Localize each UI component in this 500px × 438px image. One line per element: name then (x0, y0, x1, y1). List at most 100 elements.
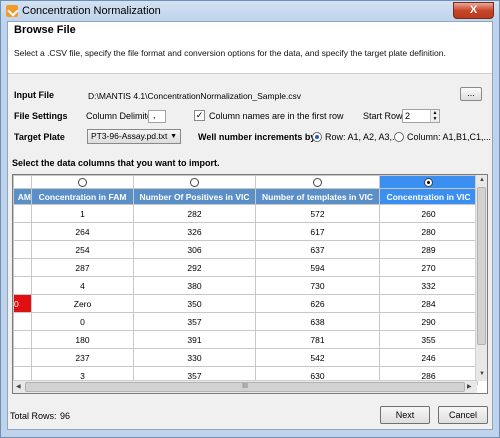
data-table: AM Concentration in FAM Number Of Positi… (13, 175, 478, 385)
target-plate-select[interactable]: PT3-96-Assay.pd.txt ▼ (87, 129, 181, 144)
column-select-radio[interactable] (424, 178, 433, 188)
table-cell: 638 (255, 312, 380, 331)
table-row[interactable]: 0 Zero 350 626 284 (13, 294, 478, 313)
table-cell: 572 (255, 204, 380, 223)
table-cell: 237 (31, 348, 134, 367)
column-header[interactable]: Number of templates in VIC (255, 188, 380, 205)
next-button[interactable]: Next (380, 406, 430, 424)
table-cell: 380 (133, 276, 256, 295)
column-header-row: AM Concentration in FAM Number Of Positi… (13, 188, 478, 205)
chevron-down-icon: ▼ (170, 133, 177, 140)
column-names-label: Column names are in the first row (209, 111, 344, 121)
cancel-button[interactable]: Cancel (438, 406, 488, 424)
table-cell: 1 (31, 204, 134, 223)
table-cell: 264 (31, 222, 134, 241)
table-row[interactable]: 287 292 594 270 (13, 258, 478, 277)
column-select-radio[interactable] (313, 178, 322, 188)
column-select-cell[interactable] (379, 175, 478, 189)
horizontal-scroll-thumb[interactable]: III (25, 382, 465, 392)
start-row-input[interactable]: 2 ▲ ▼ (402, 109, 440, 123)
table-cell: 270 (379, 258, 478, 277)
file-settings-label: File Settings (14, 111, 68, 121)
radio-row-increment[interactable] (312, 132, 322, 142)
table-cell: 357 (133, 312, 256, 331)
target-plate-label: Target Plate (14, 132, 65, 142)
column-select-radio[interactable] (190, 178, 199, 188)
table-row[interactable]: 1 282 572 260 (13, 204, 478, 223)
table-cell (13, 330, 32, 349)
table-row[interactable]: 264 326 617 280 (13, 222, 478, 241)
table-cell: 730 (255, 276, 380, 295)
input-file-path: D:\MANTIS 4.1\ConcentrationNormalization… (88, 91, 302, 101)
radio-column-label: Column: A1,B1,C1,... (407, 132, 492, 142)
column-select-radio[interactable] (78, 178, 87, 188)
radio-column-increment[interactable] (394, 132, 404, 142)
table-cell: 0 (13, 294, 32, 313)
start-row-value: 2 (405, 111, 411, 121)
table-row[interactable]: 0 357 638 290 (13, 312, 478, 331)
start-row-spinner[interactable]: ▲ ▼ (430, 110, 439, 122)
window-title: Concentration Normalization (22, 5, 161, 17)
vertical-scrollbar[interactable]: ▲ ▼ (475, 175, 487, 381)
column-select-cell[interactable] (31, 175, 134, 189)
table-cell (13, 240, 32, 259)
grid-section-label: Select the data columns that you want to… (12, 158, 220, 168)
header-band: Browse File Select a .CSV file, specify … (8, 22, 492, 74)
table-cell: 292 (133, 258, 256, 277)
table-cell: 542 (255, 348, 380, 367)
title-bar: Concentration Normalization X (1, 1, 499, 21)
vertical-scroll-thumb[interactable] (477, 187, 486, 345)
table-cell: 260 (379, 204, 478, 223)
table-row[interactable]: 4 380 730 332 (13, 276, 478, 295)
close-button[interactable]: X (453, 2, 494, 19)
app-icon (6, 5, 18, 17)
input-file-label: Input File (14, 90, 54, 100)
table-cell: 246 (379, 348, 478, 367)
column-select-cell[interactable] (133, 175, 256, 189)
column-delimiter-input[interactable] (148, 110, 166, 123)
table-cell: 326 (133, 222, 256, 241)
scroll-up-icon[interactable]: ▲ (479, 177, 485, 183)
column-header[interactable]: Concentration in FAM (31, 188, 134, 205)
table-cell: 594 (255, 258, 380, 277)
table-cell: 180 (31, 330, 134, 349)
table-row[interactable]: 237 330 542 246 (13, 348, 478, 367)
table-cell: 332 (379, 276, 478, 295)
column-select-cell (13, 175, 32, 189)
table-cell: 391 (133, 330, 256, 349)
scroll-down-icon[interactable]: ▼ (479, 371, 485, 377)
total-rows-label: Total Rows: (10, 411, 57, 421)
table-cell: 289 (379, 240, 478, 259)
column-header[interactable]: Number Of Positives in VIC (133, 188, 256, 205)
table-cell: 254 (31, 240, 134, 259)
data-grid[interactable]: AM Concentration in FAM Number Of Positi… (12, 174, 488, 394)
page-title: Browse File (14, 24, 76, 36)
table-cell (13, 204, 32, 223)
table-cell (13, 222, 32, 241)
column-header[interactable]: AM (13, 188, 32, 205)
scroll-right-icon[interactable]: ▶ (467, 383, 472, 390)
scroll-left-icon[interactable]: ◀ (16, 383, 21, 390)
table-cell: 637 (255, 240, 380, 259)
table-cell: 330 (133, 348, 256, 367)
table-cell (13, 276, 32, 295)
table-cell (13, 258, 32, 277)
column-header[interactable]: Concentration in VIC (379, 188, 478, 205)
column-select-cell[interactable] (255, 175, 380, 189)
table-row[interactable]: 180 391 781 355 (13, 330, 478, 349)
column-names-checkbox[interactable]: ✓ (194, 110, 205, 121)
column-delimiter-label: Column Delimiter (86, 111, 156, 121)
table-cell: 355 (379, 330, 478, 349)
horizontal-scrollbar[interactable]: ◀ III ▶ (13, 380, 477, 393)
table-cell: 350 (133, 294, 256, 313)
table-cell: 284 (379, 294, 478, 313)
column-delimiter-value: , (153, 110, 156, 120)
table-cell: 306 (133, 240, 256, 259)
table-row[interactable]: 254 306 637 289 (13, 240, 478, 259)
browse-button[interactable]: ... (460, 87, 482, 101)
radio-row-label: Row: A1, A2, A3,... (325, 132, 400, 142)
table-cell: 4 (31, 276, 134, 295)
table-cell: Zero (31, 294, 134, 313)
table-cell (13, 348, 32, 367)
total-rows-value: 96 (60, 411, 71, 421)
